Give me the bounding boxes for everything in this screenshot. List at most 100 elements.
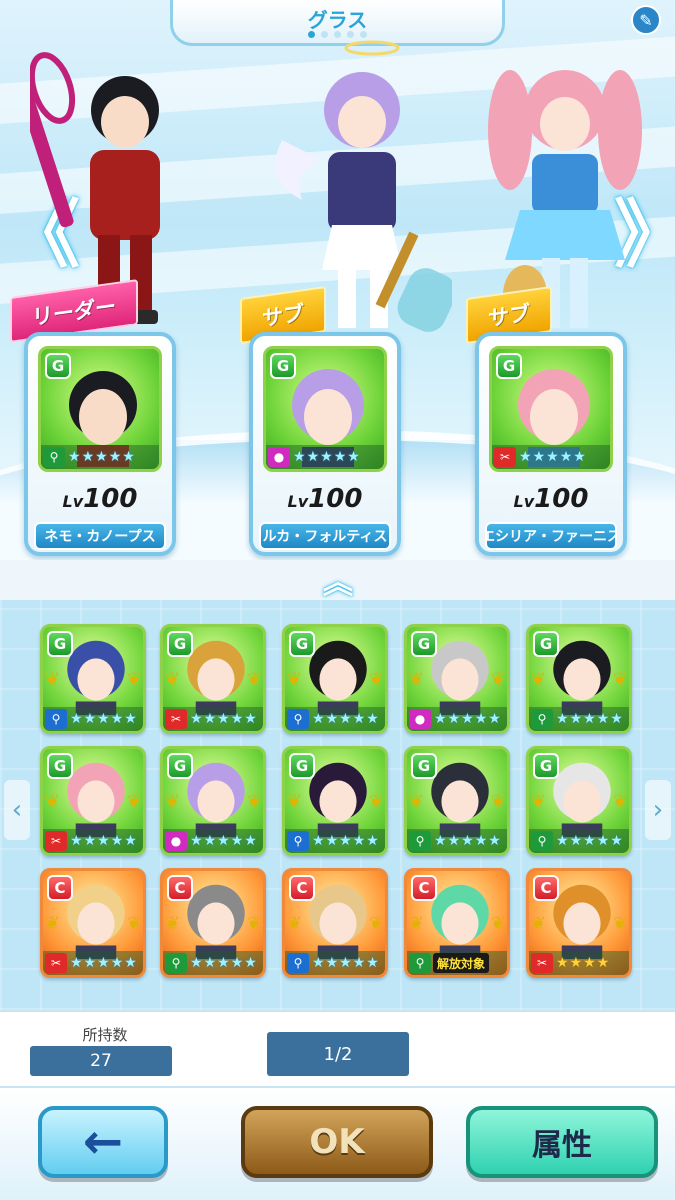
party-card-sub1[interactable]: G ● ★ ★ ★ ★ ★ Lv100 ルカ・フォルティス xyxy=(249,332,401,556)
laurel-icon: ❦ xyxy=(369,669,385,690)
star-icon: ★ xyxy=(68,449,81,465)
level-value: 100 xyxy=(83,484,138,514)
character-thumb[interactable]: ❦ ❦ C ✂ ★ ★ ★ ★ ★ xyxy=(40,868,146,978)
star-icon: ★ xyxy=(488,711,501,727)
character-name: ルカ・フォルティス xyxy=(259,522,391,550)
laurel-icon: ❦ xyxy=(409,913,425,934)
star-icon: ★ xyxy=(325,955,339,971)
character-thumb[interactable]: ❦ ❦ C ⚲ ★ ★ ★ ★ ★ xyxy=(160,868,266,978)
character-thumb[interactable]: ❦ ❦ G ⚲ ★ ★ ★ ★ ★ xyxy=(526,624,632,734)
star-icon: ★ xyxy=(447,711,461,727)
owned-label: 所持数 xyxy=(82,1026,128,1044)
laurel-icon: ❦ xyxy=(491,669,507,690)
star-icon: ★ xyxy=(610,833,623,849)
laurel-icon: ❦ xyxy=(127,791,143,812)
star-icon: ★ xyxy=(190,955,203,971)
star-row: ✂ ★ ★ ★ ★ ★ xyxy=(492,445,610,469)
grade-badge: G xyxy=(289,631,315,657)
blue-type-icon: ⚲ xyxy=(287,709,309,729)
card-portrait: G ✂ ★ ★ ★ ★ ★ xyxy=(489,346,613,472)
laurel-icon: ❦ xyxy=(127,913,143,934)
blue-type-icon: ⚲ xyxy=(45,709,67,729)
list-next-arrow[interactable]: › xyxy=(645,780,671,840)
racket-icon: ✂ xyxy=(494,447,516,467)
character-thumb[interactable]: ❦ ❦ G ⚲ ★ ★ ★ ★ ★ xyxy=(282,624,388,734)
star-icon: ★ xyxy=(434,711,447,727)
star-icon: ★ xyxy=(556,833,569,849)
star-icon: ★ xyxy=(217,711,230,727)
star-icon: ★ xyxy=(569,833,583,849)
party-card-leader[interactable]: G ⚲ ★ ★ ★ ★ ★ Lv100 ネモ・カノープス xyxy=(24,332,176,556)
star-icon: ★ xyxy=(108,449,122,465)
star-icon: ★ xyxy=(569,955,583,971)
star-row: ⚲ ★ ★ ★ ★ ★ xyxy=(285,707,385,731)
star-icon: ★ xyxy=(352,955,366,971)
laurel-icon: ❦ xyxy=(369,791,385,812)
character-thumb[interactable]: ❦ ❦ G ● ★ ★ ★ ★ ★ xyxy=(404,624,510,734)
star-icon: ★ xyxy=(559,449,573,465)
pencil-icon[interactable]: ✎ xyxy=(631,5,661,35)
character-thumb[interactable]: ❦ ❦ G ✂ ★ ★ ★ ★ ★ xyxy=(160,624,266,734)
star-icon: ★ xyxy=(434,833,447,849)
character-thumb[interactable]: ❦ ❦ G ● ★ ★ ★ ★ ★ xyxy=(160,746,266,856)
star-row: ● ★ ★ ★ ★ ★ xyxy=(407,707,507,731)
laurel-icon: ❦ xyxy=(531,913,547,934)
laurel-icon: ❦ xyxy=(613,913,629,934)
character-name: ネモ・カノープス xyxy=(34,522,166,550)
character-thumb[interactable]: ❦ ❦ C ⚲ ★ ★ ★ ★ ★ xyxy=(282,868,388,978)
green-type-icon: ⚲ xyxy=(531,831,553,851)
character-thumb[interactable]: ❦ ❦ C ⚲ 解放対象 xyxy=(404,868,510,978)
laurel-icon: ❦ xyxy=(409,669,425,690)
star-icon: ★ xyxy=(110,833,124,849)
star-icon: ★ xyxy=(596,833,610,849)
star-icon: ★ xyxy=(556,711,569,727)
star-icon: ★ xyxy=(70,711,83,727)
star-icon: ★ xyxy=(447,833,461,849)
page-dot xyxy=(347,31,354,38)
back-button[interactable]: ← xyxy=(38,1106,168,1178)
star-icon: ★ xyxy=(583,711,596,727)
star-icon: ★ xyxy=(83,833,97,849)
list-prev-arrow[interactable]: ‹ xyxy=(4,780,30,840)
character-thumb[interactable]: ❦ ❦ G ✂ ★ ★ ★ ★ ★ xyxy=(40,746,146,856)
star-icon: ★ xyxy=(203,711,217,727)
grade-badge: C xyxy=(167,875,193,901)
star-icon: ★ xyxy=(474,711,488,727)
character-thumb[interactable]: ❦ ❦ C ✂ ★ ★ ★ ★ xyxy=(526,868,632,978)
star-icon: ★ xyxy=(556,955,569,971)
level-value: 100 xyxy=(308,484,363,514)
laurel-icon: ❦ xyxy=(45,791,61,812)
star-icon: ★ xyxy=(97,711,110,727)
character-thumb[interactable]: ❦ ❦ G ⚲ ★ ★ ★ ★ ★ xyxy=(40,624,146,734)
laurel-icon: ❦ xyxy=(531,669,547,690)
laurel-icon: ❦ xyxy=(165,791,181,812)
bottle-icon: ⚲ xyxy=(43,447,65,467)
star-icon: ★ xyxy=(333,449,347,465)
party-card-sub2[interactable]: G ✂ ★ ★ ★ ★ ★ Lv100 エシリア・ファーニス xyxy=(475,332,627,556)
character-thumb[interactable]: ❦ ❦ G ⚲ ★ ★ ★ ★ ★ xyxy=(526,746,632,856)
star-icon: ★ xyxy=(610,711,623,727)
character-thumb[interactable]: ❦ ❦ G ⚲ ★ ★ ★ ★ ★ xyxy=(282,746,388,856)
release-target-tag: 解放対象 xyxy=(433,953,490,973)
character-thumb[interactable]: ❦ ❦ G ⚲ ★ ★ ★ ★ ★ xyxy=(404,746,510,856)
star-row: ● ★ ★ ★ ★ ★ xyxy=(266,445,384,469)
star-icon: ★ xyxy=(573,449,586,465)
grade-badge: G xyxy=(45,353,71,379)
star-icon: ★ xyxy=(110,955,124,971)
star-icon: ★ xyxy=(83,955,97,971)
star-icon: ★ xyxy=(95,449,108,465)
star-row: ⚲ ★ ★ ★ ★ ★ xyxy=(529,829,629,853)
collapse-chevron-icon[interactable]: ︽ xyxy=(310,566,366,602)
blue-type-icon: ⚲ xyxy=(287,953,309,973)
grade-badge: C xyxy=(289,875,315,901)
attribute-button[interactable]: 属性 xyxy=(466,1106,658,1178)
star-icon: ★ xyxy=(81,449,95,465)
laurel-icon: ❦ xyxy=(45,669,61,690)
laurel-icon: ❦ xyxy=(127,669,143,690)
grade-badge: G xyxy=(289,753,315,779)
page-dot xyxy=(360,31,367,38)
page-indicator: 1/2 xyxy=(267,1032,409,1076)
ok-button[interactable]: OK xyxy=(241,1106,433,1178)
star-icon: ★ xyxy=(519,449,532,465)
attribute-label: 属性 xyxy=(532,1128,592,1163)
